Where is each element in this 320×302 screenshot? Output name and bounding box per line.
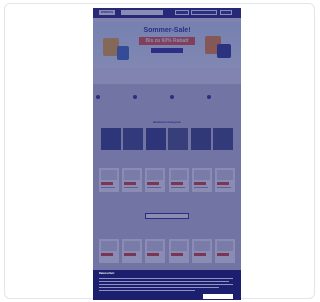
price-badge (124, 253, 137, 256)
product-row (99, 168, 235, 192)
price-badge (124, 182, 137, 185)
hero-discount-badge: Bis zu 60% Rabatt (139, 37, 195, 45)
cookie-title: Datenschutz (99, 272, 115, 275)
register-button[interactable] (191, 10, 217, 15)
category-tile[interactable] (168, 128, 189, 150)
brand-logo[interactable]: WIRDUS (99, 10, 115, 15)
cookie-text-line (99, 278, 233, 279)
usp-row (93, 92, 241, 102)
price-badge (170, 253, 183, 256)
product-title (101, 187, 115, 188)
check-icon (132, 95, 137, 99)
cookie-text-line (99, 284, 233, 285)
page-screenshot: WIRDUS Sommer-Sale! Bis zu 60% Rabatt Be… (93, 8, 241, 300)
show-more-button[interactable] (145, 213, 189, 219)
price-badge (147, 253, 160, 256)
product-card[interactable] (191, 239, 212, 263)
product-image (124, 241, 141, 251)
product-image (193, 241, 210, 251)
product-title (147, 187, 162, 188)
product-image (147, 170, 164, 180)
cookie-consent-banner: Datenschutz (93, 270, 241, 300)
product-card[interactable] (168, 239, 189, 263)
category-tile[interactable] (123, 128, 144, 150)
category-tiles (101, 128, 233, 150)
price-badge (216, 182, 229, 185)
category-tile[interactable] (190, 128, 211, 150)
price-badge (147, 182, 160, 185)
product-card[interactable] (122, 239, 143, 263)
top-navigation-bar: WIRDUS (93, 8, 241, 18)
hero-title: Sommer-Sale! (143, 27, 191, 34)
price-badge (101, 253, 113, 256)
check-icon (169, 95, 174, 99)
cookie-accept-button[interactable] (203, 294, 233, 299)
section-title-products (127, 159, 207, 163)
product-card[interactable] (99, 168, 119, 192)
product-title (124, 187, 139, 188)
price-badge (216, 253, 229, 256)
price-badge (101, 182, 113, 185)
product-image (147, 241, 164, 251)
hero-product-image (117, 46, 129, 60)
section-title-products-2 (127, 230, 207, 234)
product-card[interactable] (99, 239, 119, 263)
usp-item (95, 94, 128, 100)
product-row (99, 239, 235, 263)
product-card[interactable] (214, 239, 235, 263)
product-card[interactable] (122, 168, 143, 192)
usp-item (132, 94, 165, 100)
section-title-categories: Beliebteste Kategorien (152, 121, 182, 124)
product-title (193, 187, 208, 188)
product-title (170, 187, 185, 188)
product-card[interactable] (145, 239, 166, 263)
product-image (124, 170, 141, 180)
cart-button[interactable] (220, 10, 232, 15)
product-image (101, 170, 117, 180)
product-image (170, 241, 187, 251)
product-card[interactable] (214, 168, 235, 192)
cookie-settings-link[interactable] (99, 295, 129, 298)
info-text (143, 72, 191, 77)
cookie-text-line (99, 290, 195, 291)
product-image (193, 170, 210, 180)
product-image (216, 170, 233, 180)
product-card[interactable] (145, 168, 166, 192)
check-icon (206, 95, 211, 99)
hero-product-image (217, 44, 231, 58)
hero-cta-button[interactable] (151, 48, 183, 53)
product-image (216, 241, 233, 251)
product-image (170, 170, 187, 180)
usp-item (169, 94, 202, 100)
hero-banner[interactable]: Sommer-Sale! Bis zu 60% Rabatt (93, 22, 241, 68)
check-icon (95, 95, 100, 99)
category-tile[interactable] (212, 128, 233, 150)
cookie-text-line (99, 281, 229, 282)
cookie-text-line (99, 287, 219, 288)
login-button[interactable] (175, 10, 189, 15)
product-card[interactable] (168, 168, 189, 192)
category-tile[interactable] (101, 128, 121, 150)
cookie-reject-button[interactable] (175, 294, 199, 298)
search-input[interactable] (121, 10, 163, 15)
price-badge (170, 182, 183, 185)
usp-item (206, 94, 239, 100)
category-tile[interactable] (145, 128, 166, 150)
product-card[interactable] (191, 168, 212, 192)
price-badge (193, 182, 206, 185)
product-title (216, 187, 231, 188)
product-image (101, 241, 117, 251)
price-badge (193, 253, 206, 256)
